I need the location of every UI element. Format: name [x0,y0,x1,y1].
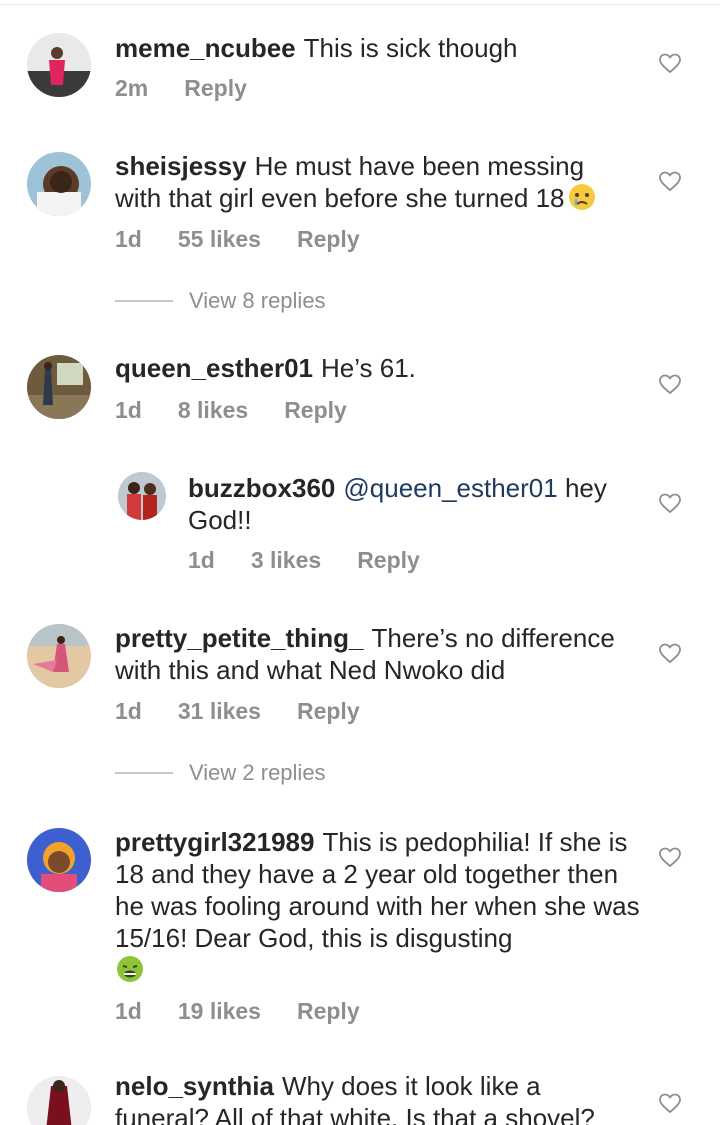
like-heart-icon[interactable] [658,642,682,664]
comment-text: pretty_petite_thing_ There’s no differenc… [115,623,615,685]
divider-line [115,300,173,302]
reply-button[interactable]: Reply [284,397,347,424]
avatar[interactable] [27,1076,91,1125]
view-replies-label[interactable]: View 2 replies [189,760,326,786]
comment-text: sheisjessy He must have been messing with… [115,150,635,214]
comment-username[interactable]: sheisjessy [115,151,247,181]
comment-meta: 2m Reply [115,75,283,102]
comment-text: meme_ncubee This is sick though [115,33,518,63]
comment-username[interactable]: pretty_petite_thing_ [115,623,364,653]
avatar[interactable] [27,355,91,419]
avatar[interactable] [27,33,91,97]
comment-username[interactable]: meme_ncubee [115,33,296,63]
crying-face-emoji [567,182,597,212]
comment-time: 1d [115,998,142,1024]
comment-meta: 1d 8 likes Reply [115,397,383,424]
comment-time: 1d [115,698,142,724]
comment-meta: 1d 3 likes Reply [188,547,456,574]
comment-time: 1d [188,547,215,573]
view-replies-label[interactable]: View 8 replies [189,288,326,314]
comment-username[interactable]: prettygirl321989 [115,827,314,857]
comment-meta: 1d 31 likes Reply [115,698,396,725]
avatar[interactable] [27,624,91,688]
comment-likes[interactable]: 31 likes [178,698,261,725]
like-heart-icon[interactable] [658,1092,682,1114]
reply-button[interactable]: Reply [297,998,360,1025]
like-heart-icon[interactable] [658,170,682,192]
comment-item: nelo_synthia Why does it look like a fune… [0,1070,720,1125]
reply-button[interactable]: Reply [184,75,247,102]
comment-username[interactable]: queen_esther01 [115,353,313,383]
divider-line [115,772,173,774]
comment-time: 2m [115,75,149,101]
like-heart-icon[interactable] [658,52,682,74]
comment-meta: 1d 19 likes Reply [115,998,396,1025]
nauseated-face-emoji [115,954,145,984]
avatar[interactable] [27,152,91,216]
comment-time: 1d [115,226,142,252]
comment-likes[interactable]: 3 likes [251,547,321,574]
comment-text: buzzbox360 @queen_esther01 hey God!! [188,473,607,535]
like-heart-icon[interactable] [658,492,682,514]
comment-meta: 1d 55 likes Reply [115,226,396,253]
comment-username[interactable]: buzzbox360 [188,473,335,503]
comment-likes[interactable]: 8 likes [178,397,248,424]
comment-likes[interactable]: 19 likes [178,998,261,1025]
comment-time: 1d [115,397,142,423]
like-heart-icon[interactable] [658,373,682,395]
avatar[interactable] [27,828,91,892]
comment-text: queen_esther01 He’s 61. [115,353,416,383]
reply-button[interactable]: Reply [297,698,360,725]
view-replies-button[interactable]: View 8 replies [115,288,326,314]
like-heart-icon[interactable] [658,846,682,868]
comment-text: prettygirl321989 This is pedophilia! If s… [115,826,650,986]
avatar[interactable] [118,472,166,520]
reply-button[interactable]: Reply [357,547,420,574]
reply-button[interactable]: Reply [297,226,360,253]
comment-likes[interactable]: 55 likes [178,226,261,253]
view-replies-button[interactable]: View 2 replies [115,760,326,786]
mention-link[interactable]: @queen_esther01 [343,473,557,503]
comment-username[interactable]: nelo_synthia [115,1071,274,1101]
top-divider [0,4,720,5]
comment-text: nelo_synthia Why does it look like a fune… [115,1071,595,1125]
